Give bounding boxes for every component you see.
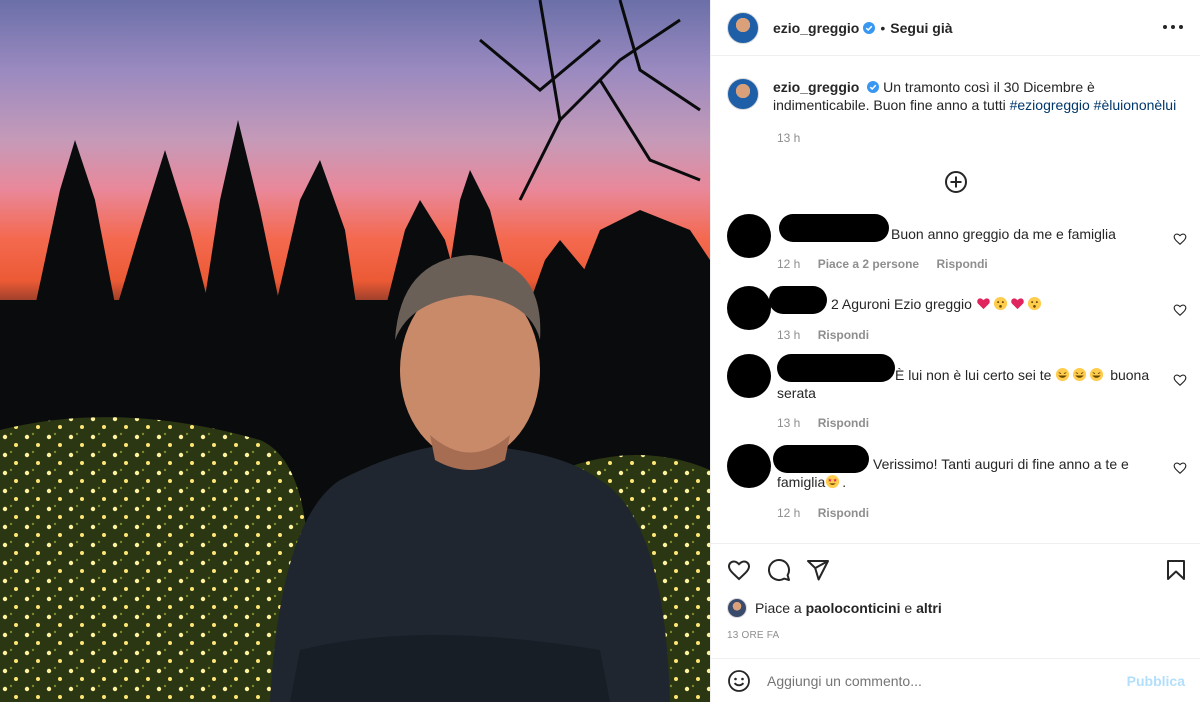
verified-badge-icon — [863, 21, 876, 34]
comment-text: È lui non è lui certo sei te buona serat… — [777, 367, 1150, 401]
emoji-picker-icon[interactable] — [727, 669, 751, 693]
comment-meta: 12 h Piace a 2 persone Rispondi — [777, 257, 1002, 271]
comment-avatar[interactable] — [727, 214, 771, 258]
reply-button[interactable]: Rispondi — [936, 257, 987, 271]
comment-input[interactable] — [767, 672, 1107, 689]
caption-body: ezio_greggio Un tramonto così il 30 Dice… — [773, 78, 1187, 114]
comment-item: È lui non è lui certo sei te buona serat… — [727, 354, 1187, 434]
kiss-face-emoji-icon — [993, 296, 1007, 311]
comment-meta: 12 h Rispondi — [777, 506, 883, 520]
more-options-icon[interactable] — [1163, 17, 1183, 37]
liker-username-link[interactable]: paoloconticini — [806, 600, 901, 616]
paper-plane-icon[interactable] — [806, 558, 830, 582]
comment-like-heart-icon[interactable] — [1173, 373, 1187, 387]
header-separator: • — [880, 19, 886, 36]
redacted-username — [779, 214, 889, 242]
sunset-scene-image — [0, 0, 710, 702]
liker-avatar[interactable] — [727, 598, 747, 618]
reply-button[interactable]: Rispondi — [818, 416, 869, 430]
caption-username[interactable]: ezio_greggio — [773, 79, 859, 95]
kiss-face-emoji-icon — [1027, 296, 1041, 311]
comment-text: 2 Aguroni Ezio greggio — [831, 295, 1151, 313]
post-header: ezio_greggio • Segui già — [711, 0, 1200, 56]
comment-time: 12 h — [777, 257, 801, 271]
comment-like-heart-icon[interactable] — [1173, 303, 1187, 317]
publish-button[interactable]: Pubblica — [1127, 673, 1185, 689]
verified-badge-icon — [867, 81, 880, 93]
likes-summary: Piace a paoloconticini e altri — [727, 598, 942, 618]
author-username[interactable]: ezio_greggio — [773, 20, 859, 36]
bookmark-icon[interactable] — [1164, 558, 1188, 582]
comment-avatar[interactable] — [727, 286, 771, 330]
post-action-bar — [711, 543, 1200, 603]
caption-avatar[interactable] — [727, 78, 759, 110]
comment-avatar[interactable] — [727, 444, 771, 488]
post-photo[interactable] — [0, 0, 710, 702]
comment-meta: 13 h Rispondi — [777, 328, 883, 342]
comment-icon[interactable] — [767, 558, 791, 582]
comment-meta: 13 h Rispondi — [777, 416, 883, 430]
comment-item: Verissimo! Tanti auguri di fine anno a t… — [727, 444, 1187, 524]
redacted-username — [769, 286, 827, 314]
comment-item: Buon anno greggio da me e famiglia 12 h … — [727, 214, 1187, 274]
add-comment-bar: Pubblica — [711, 658, 1200, 702]
hashtag-link[interactable]: #eziogreggio — [1010, 97, 1090, 113]
heart-icon[interactable] — [727, 558, 751, 582]
comment-text: Buon anno greggio da me e famiglia — [891, 226, 1116, 242]
following-button[interactable]: Segui già — [890, 20, 952, 36]
caption-time: 13 h — [777, 131, 801, 145]
reply-button[interactable]: Rispondi — [818, 506, 869, 520]
comment-text: Verissimo! Tanti auguri di fine anno a t… — [777, 456, 1129, 490]
post-timestamp[interactable]: 13 ORE FA — [727, 630, 779, 641]
comment-like-heart-icon[interactable] — [1173, 232, 1187, 246]
red-heart-emoji-icon — [1010, 298, 1024, 310]
comment-avatar[interactable] — [727, 354, 771, 398]
comment-time: 13 h — [777, 416, 801, 430]
hashtag-link[interactable]: #èluiononèlui — [1094, 97, 1177, 113]
author-avatar[interactable] — [727, 11, 759, 44]
comment-like-heart-icon[interactable] — [1173, 461, 1187, 475]
comment-likes-link[interactable]: Piace a 2 persone — [818, 257, 919, 271]
post-side-panel: ezio_greggio • Segui già ezio_greggio Un… — [710, 0, 1200, 702]
red-heart-emoji-icon — [976, 298, 990, 310]
comment-time: 13 h — [777, 328, 801, 342]
comment-item: 2 Aguroni Ezio greggio 13 h Rispondi — [727, 286, 1187, 346]
laughing-face-emoji-icon — [1073, 367, 1087, 382]
laughing-face-emoji-icon — [1056, 367, 1070, 382]
comment-time: 12 h — [777, 506, 801, 520]
plus-circle-icon[interactable] — [944, 170, 968, 194]
likes-others-link[interactable]: altri — [916, 600, 942, 616]
post-caption: ezio_greggio Un tramonto così il 30 Dice… — [727, 78, 1187, 114]
laughing-face-emoji-icon — [1090, 367, 1104, 382]
reply-button[interactable]: Rispondi — [818, 328, 869, 342]
star-struck-emoji-icon — [826, 474, 840, 489]
